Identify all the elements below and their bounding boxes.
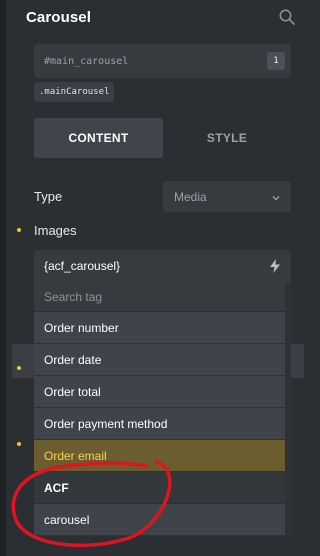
images-input[interactable]: {acf_carousel} [34, 250, 291, 282]
dropdown-item-order-total[interactable]: Order total [34, 376, 285, 408]
images-label: Images [34, 223, 77, 238]
css-id-value: #main_carousel [44, 55, 129, 67]
id-count-badge: 1 [267, 52, 285, 70]
type-select[interactable]: Media [163, 181, 291, 212]
tab-content[interactable]: CONTENT [34, 118, 163, 158]
type-select-value: Media [174, 189, 207, 204]
search-icon[interactable] [278, 8, 296, 26]
dropdown-item-order-email[interactable]: Order email [34, 440, 285, 472]
dropdown-item-order-payment-method[interactable]: Order payment method [34, 408, 285, 440]
tab-style[interactable]: STYLE [163, 118, 291, 158]
modified-indicator-dot [17, 366, 21, 370]
bolt-icon[interactable] [269, 259, 281, 273]
chevron-down-icon [271, 192, 281, 202]
background-row-strip [12, 344, 34, 378]
modified-indicator-dot [17, 442, 21, 446]
builder-panel: Carousel #main_carousel 1 .mainCarousel … [0, 0, 304, 556]
type-label: Type [34, 189, 63, 204]
background-row-strip [291, 344, 304, 378]
css-id-field[interactable]: #main_carousel 1 [34, 44, 291, 78]
dropdown-scrollbar[interactable] [285, 282, 291, 538]
dynamic-tag-dropdown: Search tag Order number Order date Order… [34, 282, 285, 536]
dropdown-item-order-date[interactable]: Order date [34, 344, 285, 376]
dropdown-group-acf: ACF [34, 472, 285, 504]
element-title: Carousel [26, 8, 91, 26]
images-input-value: {acf_carousel} [44, 259, 121, 273]
dropdown-item-order-number[interactable]: Order number [34, 312, 285, 344]
panel-header: Carousel [26, 6, 296, 28]
search-tag-input[interactable]: Search tag [34, 282, 285, 312]
modified-indicator-dot [17, 228, 21, 232]
dropdown-item-carousel[interactable]: carousel [34, 504, 285, 536]
css-class-chip[interactable]: .mainCarousel [34, 82, 115, 102]
